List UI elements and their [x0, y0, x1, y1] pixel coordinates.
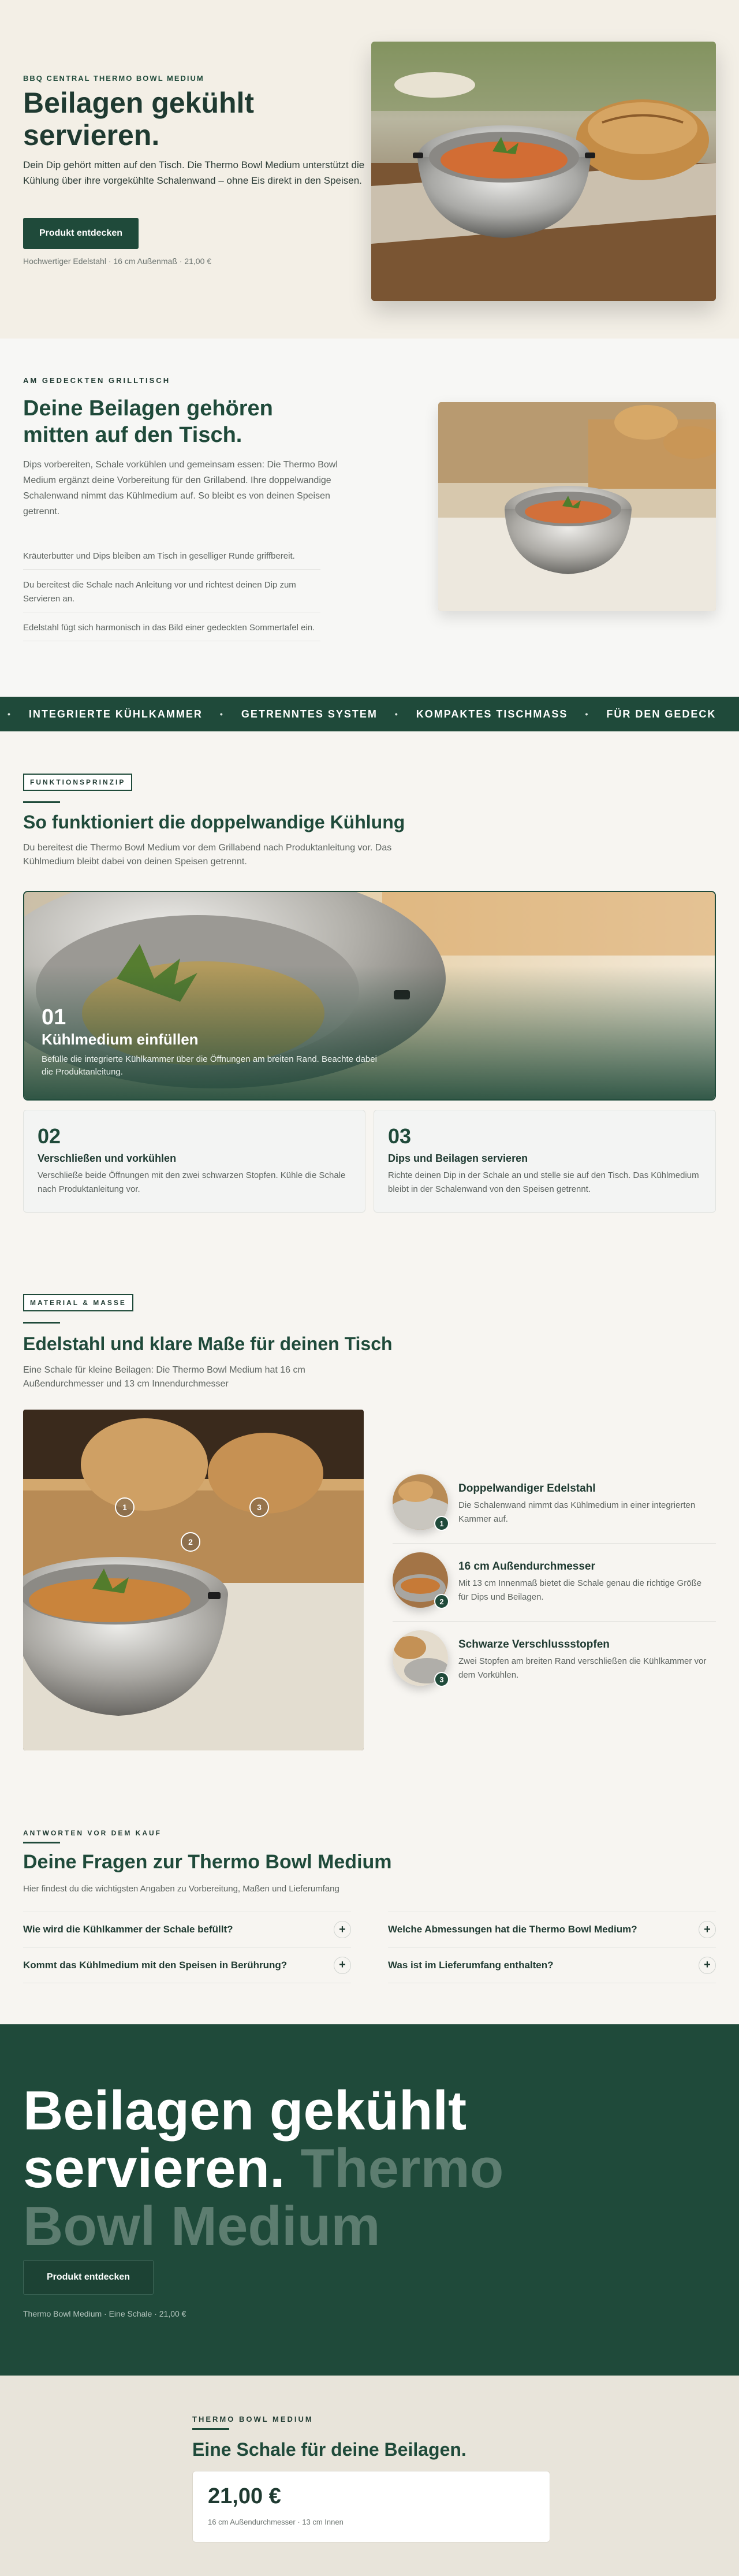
- feature-number: 2: [434, 1594, 449, 1609]
- price-eyebrow: THERMO BOWL MEDIUM: [192, 2415, 313, 2423]
- faq-eyebrow: ANTWORTEN VOR DEM KAUF: [23, 1829, 162, 1837]
- cta-line-faded: Thermo: [300, 2138, 504, 2199]
- feature-title: Doppelwandiger Edelstahl: [458, 1482, 596, 1495]
- step-description: Richte deinen Dip in der Schale an und s…: [388, 1170, 699, 1194]
- price-value: 21,00 €: [208, 2484, 281, 2508]
- ticker-item: KOMPAKTES TISCHMASS: [416, 708, 568, 720]
- feature-item[interactable]: 2 16 cm Außendurchmesser Mit 13 cm Innen…: [393, 1552, 716, 1622]
- step-title: Dips und Beilagen servieren: [388, 1153, 528, 1164]
- step-number: 01: [42, 1005, 66, 1029]
- hero-cta-button[interactable]: Produkt entdecken: [23, 218, 139, 249]
- material-product-image: 1 2 3: [23, 1410, 364, 1750]
- feature-description: Zwei Stopfen am breiten Rand verschließe…: [458, 1656, 707, 1680]
- price-box: 21,00 € 16 cm Außendurchmesser · 13 cm I…: [192, 2471, 550, 2542]
- table-title: Deine Beilagen gehören mitten auf den Ti…: [23, 396, 273, 447]
- faq-sub: Hier findest du die wichtigsten Angaben …: [23, 1884, 339, 1894]
- plus-icon[interactable]: +: [334, 1921, 351, 1938]
- ticker-item: INTEGRIERTE KÜHLKAMMER: [28, 708, 203, 720]
- cta-line: servieren.: [23, 2138, 285, 2199]
- feature-ticker: L • INTEGRIERTE KÜHLKAMMER • GETRENNTES …: [0, 697, 739, 731]
- feature-item[interactable]: 3 Schwarze Verschlussstopfen Zwei Stopfe…: [393, 1630, 716, 1700]
- ticker-track: L • INTEGRIERTE KÜHLKAMMER • GETRENNTES …: [0, 708, 716, 720]
- ticker-item: FÜR DEN GEDECK: [606, 708, 716, 720]
- faq-question: Was ist im Lieferumfang enthalten?: [388, 1959, 554, 1971]
- faq-item[interactable]: Wie wird die Kühlkammer der Schale befül…: [23, 1912, 351, 1947]
- table-bullet: Kräuterbutter und Dips bleiben am Tisch …: [23, 549, 320, 570]
- step-card-3: 03 Dips und Beilagen servieren Richte de…: [374, 1110, 716, 1213]
- price-rule: [192, 2428, 229, 2430]
- hero-lead: Dein Dip gehört mitten auf den Tisch. Di…: [23, 159, 365, 186]
- step-description: Verschließe beide Öffnungen mit den zwei…: [38, 1170, 346, 1194]
- cta-button[interactable]: Produkt entdecken: [23, 2260, 154, 2295]
- faq-question: Kommt das Kühlmedium mit den Speisen in …: [23, 1959, 288, 1971]
- hero-product-image: [371, 42, 716, 301]
- plus-icon[interactable]: +: [699, 1921, 716, 1938]
- faq-question: Wie wird die Kühlkammer der Schale befül…: [23, 1924, 233, 1935]
- price-meta: 16 cm Außendurchmesser · 13 cm Innen: [208, 2518, 344, 2526]
- function-badge: FUNKTIONSPRINZIP: [23, 774, 133, 791]
- cta-section: Beilagen gekühlt servieren. Thermo Bowl …: [0, 2024, 739, 2376]
- ticker-separator: •: [394, 709, 399, 719]
- table-eyebrow: AM GEDECKTEN GRILLTISCH: [23, 376, 171, 385]
- ticker-item: GETRENNTES SYSTEM: [241, 708, 378, 720]
- step-number: 02: [38, 1124, 61, 1148]
- step-title: Kühlmedium einfüllen: [42, 1031, 199, 1048]
- hero-meta: Hochwertiger Edelstahl · 16 cm Außenmaß …: [23, 257, 212, 266]
- price-section: THERMO BOWL MEDIUM Eine Schale für deine…: [0, 2376, 739, 2576]
- table-section: AM GEDECKTEN GRILLTISCH Deine Beilagen g…: [0, 339, 739, 697]
- faq-item[interactable]: Was ist im Lieferumfang enthalten? +: [388, 1947, 716, 1983]
- feature-number: 1: [434, 1516, 449, 1531]
- cta-line: Beilagen gekühlt: [23, 2080, 467, 2142]
- faq-question: Welche Abmessungen hat die Thermo Bowl M…: [388, 1924, 637, 1935]
- price-title: Eine Schale für deine Beilagen.: [192, 2439, 466, 2460]
- plus-icon[interactable]: +: [699, 1956, 716, 1974]
- hotspot-button[interactable]: 2: [181, 1532, 200, 1552]
- function-sub: Du bereitest die Thermo Bowl Medium vor …: [23, 843, 392, 867]
- hero-section: BBQ CENTRAL THERMO BOWL MEDIUM Beilagen …: [0, 0, 739, 339]
- plus-icon[interactable]: +: [334, 1956, 351, 1974]
- faq-rule: [23, 1842, 60, 1843]
- material-sub: Eine Schale für kleine Beilagen: Die The…: [23, 1365, 305, 1389]
- table-lead: Dips vorbereiten, Schale vorkühlen und g…: [23, 460, 338, 516]
- step-card-1: 01 Kühlmedium einfüllen Befülle die inte…: [23, 891, 716, 1101]
- feature-title: 16 cm Außendurchmesser: [458, 1560, 595, 1573]
- feature-description: Mit 13 cm Innenmaß bietet die Schale gen…: [458, 1578, 702, 1602]
- ticker-separator: •: [585, 709, 589, 719]
- material-rule: [23, 1322, 60, 1324]
- hero-eyebrow: BBQ CENTRAL THERMO BOWL MEDIUM: [23, 74, 204, 83]
- hotspot-button[interactable]: 1: [115, 1497, 135, 1517]
- step-title: Verschließen und vorkühlen: [38, 1153, 177, 1164]
- step-number: 03: [388, 1124, 412, 1148]
- feature-title: Schwarze Verschlussstopfen: [458, 1638, 610, 1651]
- table-bullet: Du bereitest die Schale nach Anleitung v…: [23, 578, 320, 612]
- ticker-separator: •: [219, 709, 224, 719]
- feature-description: Die Schalenwand nimmt das Kühlmedium in …: [458, 1500, 696, 1524]
- hero-title: Beilagen gekühlt servieren.: [23, 87, 255, 151]
- step-description: Befülle die integrierte Kühlkammer über …: [42, 1054, 377, 1077]
- landing-page: BBQ CENTRAL THERMO BOWL MEDIUM Beilagen …: [0, 0, 739, 2576]
- faq-item[interactable]: Welche Abmessungen hat die Thermo Bowl M…: [388, 1912, 716, 1947]
- cta-line-faded: Bowl Medium: [23, 2195, 380, 2257]
- step-card-2: 02 Verschließen und vorkühlen Verschließ…: [23, 1110, 365, 1213]
- function-title: So funktioniert die doppelwandige Kühlun…: [23, 812, 405, 832]
- function-rule: [23, 801, 60, 803]
- cta-meta: Thermo Bowl Medium · Eine Schale · 21,00…: [23, 2309, 186, 2318]
- hotspot-button[interactable]: 3: [249, 1497, 269, 1517]
- feature-item[interactable]: 1 Doppelwandiger Edelstahl Die Schalenwa…: [393, 1474, 716, 1544]
- material-badge: MATERIAL & MASSE: [23, 1294, 133, 1311]
- faq-title: Deine Fragen zur Thermo Bowl Medium: [23, 1851, 392, 1873]
- ticker-separator: •: [8, 709, 12, 719]
- faq-item[interactable]: Kommt das Kühlmedium mit den Speisen in …: [23, 1947, 351, 1983]
- feature-number: 3: [434, 1672, 449, 1687]
- material-title: Edelstahl und klare Maße für deinen Tisc…: [23, 1333, 393, 1354]
- table-bullet: Edelstahl fügt sich harmonisch in das Bi…: [23, 621, 320, 641]
- cta-headline: Beilagen gekühlt servieren. Thermo Bowl …: [23, 2082, 543, 2255]
- table-product-image: [438, 402, 716, 611]
